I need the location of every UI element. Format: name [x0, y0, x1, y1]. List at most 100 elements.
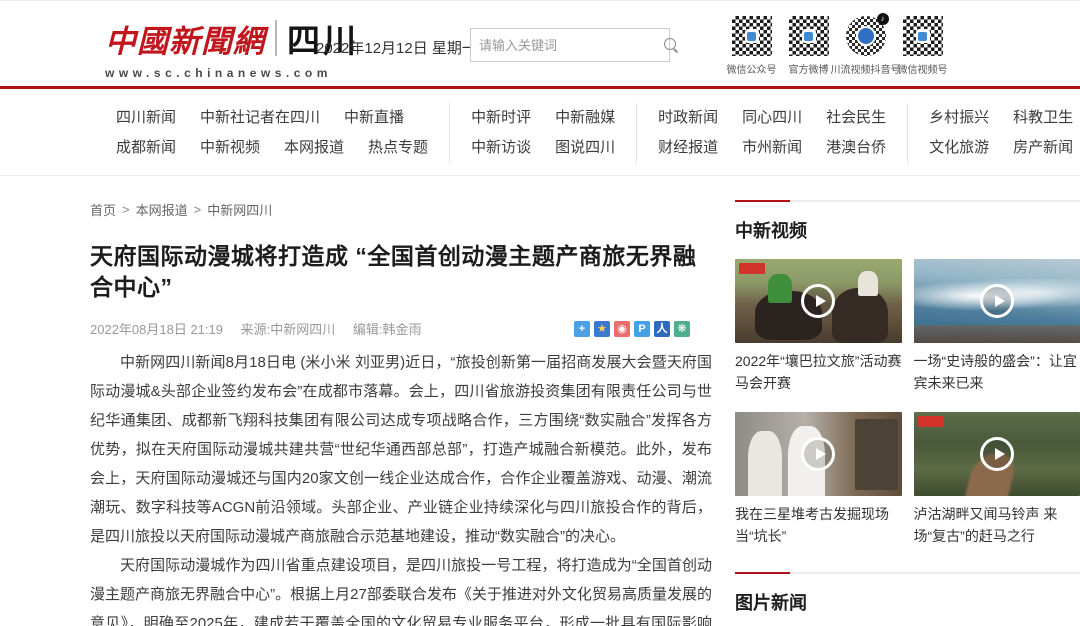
- qr-code-image: [732, 16, 772, 56]
- sidebar: 中新视频 2022年“壤巴拉文旅”活动赛马会开赛: [735, 200, 1080, 626]
- share-more-icon[interactable]: +: [574, 321, 590, 337]
- qr-douyin-channel: ♪ 川流视频抖音号: [845, 16, 886, 76]
- section-divider: [735, 200, 1080, 202]
- breadcrumb-separator: >: [122, 202, 130, 217]
- nav-rural-revitalization[interactable]: 乡村振兴: [929, 103, 989, 133]
- nav-chengdu-news[interactable]: 成都新闻: [116, 133, 176, 163]
- article-meta: 2022年08月18日 21:19 来源:中新网四川 编辑:韩金雨: [90, 319, 435, 338]
- thumbnail-art: [855, 419, 898, 490]
- nav-live[interactable]: 中新直播: [344, 103, 404, 133]
- nav-politics[interactable]: 时政新闻: [658, 103, 718, 133]
- qr-wechat-video: 微信视频号: [902, 16, 943, 76]
- nav-converged-media[interactable]: 中新融媒: [555, 103, 615, 133]
- share-bar: + ★ ◉ P 人 ❋: [574, 321, 690, 337]
- qr-code-strip: 微信公众号 官方微博 ♪ 川流视频抖音号 微信视频号: [731, 16, 943, 76]
- watermark-badge: [918, 416, 944, 427]
- thumbnail-art: [914, 325, 1080, 343]
- qr-label: 官方微博: [789, 61, 829, 76]
- renren-share-icon[interactable]: 人: [654, 321, 670, 337]
- article-body: 中新网四川新闻8月18日电 (米小米 刘亚男)近日，“旅投创新第一届招商发展大会…: [90, 348, 712, 626]
- watermark-badge: [739, 263, 765, 274]
- video-section-title: 中新视频: [735, 217, 1080, 243]
- site-url: www.sc.chinanews.com: [105, 66, 359, 80]
- nav-hot-topics[interactable]: 热点专题: [368, 133, 428, 163]
- wechat-share-icon[interactable]: ❋: [674, 321, 690, 337]
- video-thumbnail-lugu-lake[interactable]: [914, 412, 1080, 496]
- search-box[interactable]: [470, 28, 670, 62]
- logo-divider: [275, 20, 277, 56]
- video-thumbnail-aerial-city[interactable]: [914, 259, 1080, 343]
- qr-code-image: [903, 16, 943, 56]
- video-item[interactable]: 泸沽湖畔又闻马铃声 来场“复古”的赶马之行: [914, 412, 1080, 547]
- article-source: 来源:中新网四川: [241, 322, 336, 337]
- nav-science-education[interactable]: 科教卫生: [1013, 103, 1073, 133]
- play-icon[interactable]: [980, 284, 1014, 318]
- nav-real-estate[interactable]: 房产新闻: [1013, 133, 1073, 163]
- qr-label: 川流视频抖音号: [831, 61, 901, 76]
- thumbnail-art: [748, 431, 781, 497]
- nav-video[interactable]: 中新视频: [200, 133, 260, 163]
- video-grid: 2022年“壤巴拉文旅”活动赛马会开赛 一场“史诗般的盛会”：让宜宾未来已来 我…: [735, 259, 1080, 548]
- video-thumbnail-sanxingdui[interactable]: [735, 412, 902, 496]
- play-icon[interactable]: [980, 437, 1014, 471]
- photo-section-title: 图片新闻: [735, 589, 1080, 615]
- video-caption[interactable]: 泸沽湖畔又闻马铃声 来场“复古”的赶马之行: [914, 504, 1080, 547]
- nav-group-4: 乡村振兴 科教卫生 娱乐体育 文化旅游 房产新闻 生活服务: [907, 103, 1080, 163]
- nav-society[interactable]: 社会民生: [826, 103, 886, 133]
- thumbnail-art: [858, 271, 878, 296]
- article-column: 首页 > 本网报道 > 中新网四川 天府国际动漫城将打造成 “全国首创动漫主题产…: [90, 200, 712, 626]
- qr-label: 微信视频号: [898, 61, 948, 76]
- section-divider: [735, 572, 1080, 574]
- video-item[interactable]: 2022年“壤巴拉文旅”活动赛马会开赛: [735, 259, 902, 394]
- tencent-weibo-share-icon[interactable]: P: [634, 321, 650, 337]
- nav-group-3: 时政新闻 同心四川 社会民生 财经报道 市州新闻 港澳台侨: [636, 103, 907, 163]
- nav-interviews[interactable]: 中新访谈: [471, 133, 531, 163]
- douyin-icon: ♪: [877, 13, 889, 25]
- nav-united-sichuan[interactable]: 同心四川: [742, 103, 802, 133]
- nav-sichuan-news[interactable]: 四川新闻: [116, 103, 176, 133]
- breadcrumb-chinanews-sichuan[interactable]: 中新网四川: [207, 200, 272, 219]
- article-paragraph: 天府国际动漫城作为四川省重点建设项目，是四川旅投一号工程，将打造成为“全国首创动…: [90, 551, 712, 626]
- nav-pictures-sichuan[interactable]: 图说四川: [555, 133, 615, 163]
- nav-group-2: 中新时评 中新融媒 中新访谈 图说四川: [449, 103, 636, 163]
- breadcrumb-site-reports[interactable]: 本网报道: [136, 200, 188, 219]
- nav-commentary[interactable]: 中新时评: [471, 103, 531, 133]
- video-thumbnail-horse-race[interactable]: [735, 259, 902, 343]
- main-content: 首页 > 本网报道 > 中新网四川 天府国际动漫城将打造成 “全国首创动漫主题产…: [0, 176, 1080, 626]
- play-icon[interactable]: [801, 437, 835, 471]
- video-caption[interactable]: 我在三星堆考古发掘现场当“坑长”: [735, 504, 902, 547]
- thumbnail-art: [768, 274, 791, 303]
- article-editor: 编辑:韩金雨: [353, 322, 422, 337]
- qr-code-image: ♪: [846, 16, 886, 56]
- current-date: 2022年12月12日 星期一: [316, 37, 477, 58]
- nav-site-reports[interactable]: 本网报道: [284, 133, 344, 163]
- nav-reporters-in-sichuan[interactable]: 中新社记者在四川: [200, 103, 320, 133]
- nav-city-news[interactable]: 市州新闻: [742, 133, 802, 163]
- weibo-share-icon[interactable]: ◉: [614, 321, 630, 337]
- video-item[interactable]: 一场“史诗般的盛会”：让宜宾未来已来: [914, 259, 1080, 394]
- nav-culture-tourism[interactable]: 文化旅游: [929, 133, 989, 163]
- video-caption[interactable]: 一场“史诗般的盛会”：让宜宾未来已来: [914, 351, 1080, 394]
- video-item[interactable]: 我在三星堆考古发掘现场当“坑长”: [735, 412, 902, 547]
- publish-datetime: 2022年08月18日 21:19: [90, 322, 223, 337]
- logo-brand-text: 中國新聞網: [105, 16, 265, 61]
- main-nav: 四川新闻 中新社记者在四川 中新直播 成都新闻 中新视频 本网报道 热点专题 中…: [0, 89, 1080, 176]
- breadcrumb: 首页 > 本网报道 > 中新网四川: [90, 200, 712, 219]
- breadcrumb-home[interactable]: 首页: [90, 200, 116, 219]
- site-header: 中國新聞網 四川 www.sc.chinanews.com 2022年12月12…: [0, 1, 1080, 86]
- nav-finance[interactable]: 财经报道: [658, 133, 718, 163]
- video-caption[interactable]: 2022年“壤巴拉文旅”活动赛马会开赛: [735, 351, 902, 394]
- breadcrumb-separator: >: [194, 202, 202, 217]
- search-icon[interactable]: [663, 37, 679, 53]
- article-title: 天府国际动漫城将打造成 “全国首创动漫主题产商旅无界融合中心”: [90, 241, 712, 303]
- qr-wechat-official: 微信公众号: [731, 16, 772, 76]
- search-input[interactable]: [471, 38, 663, 53]
- nav-hk-macao-taiwan[interactable]: 港澳台侨: [826, 133, 886, 163]
- play-icon[interactable]: [801, 284, 835, 318]
- qr-label: 微信公众号: [727, 61, 777, 76]
- article-paragraph: 中新网四川新闻8月18日电 (米小米 刘亚男)近日，“旅投创新第一届招商发展大会…: [90, 348, 712, 551]
- qr-weibo-official: 官方微博: [788, 16, 829, 76]
- qzone-share-icon[interactable]: ★: [594, 321, 610, 337]
- article-meta-row: 2022年08月18日 21:19 来源:中新网四川 编辑:韩金雨 + ★ ◉ …: [90, 319, 712, 338]
- qr-code-image: [789, 16, 829, 56]
